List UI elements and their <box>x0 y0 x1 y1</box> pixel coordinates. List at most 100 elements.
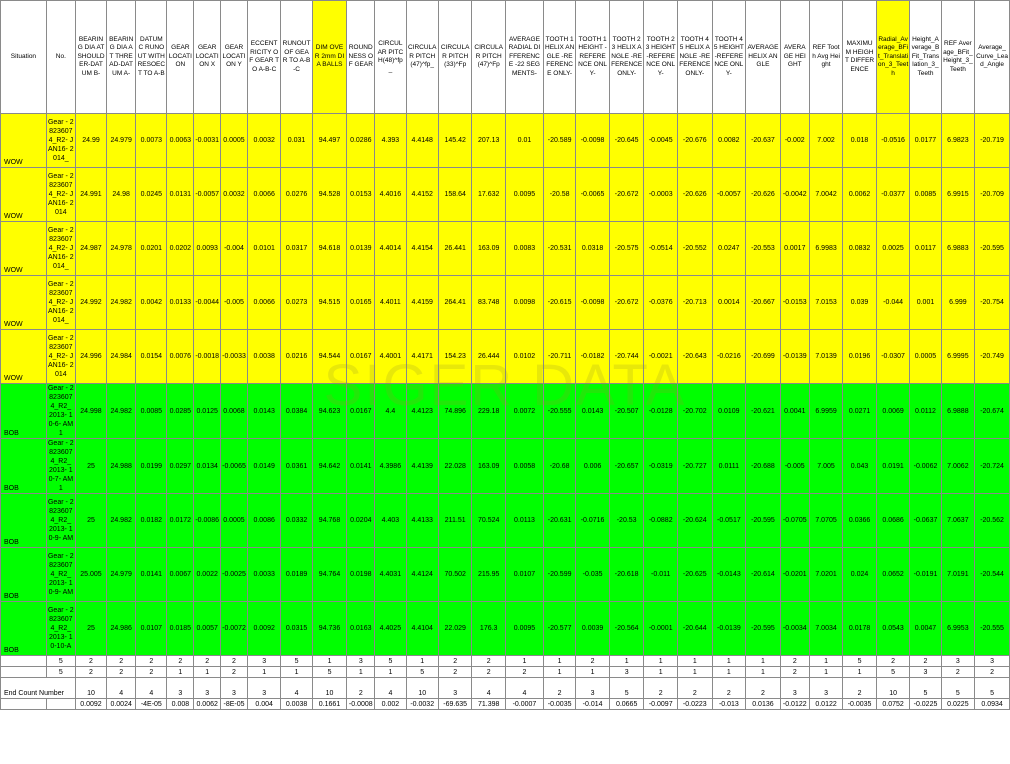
value-cell[interactable]: 26.444 <box>471 329 506 384</box>
value-cell[interactable]: 0.0098 <box>504 275 544 330</box>
value-cell[interactable]: 6.9915 <box>940 167 976 222</box>
value-cell[interactable]: -20.645 <box>608 113 645 168</box>
value-cell[interactable]: 0.0014 <box>711 275 747 330</box>
value-cell[interactable]: 24.982 <box>106 383 137 439</box>
count-cell[interactable]: 2 <box>504 666 544 678</box>
value-cell[interactable]: 0.0058 <box>504 438 544 494</box>
count-cell[interactable]: 1 <box>311 655 348 667</box>
value-cell[interactable]: -20.577 <box>542 601 577 656</box>
count-cell[interactable]: 1 <box>346 666 376 678</box>
count-cell[interactable]: 3 <box>940 655 976 667</box>
value-cell[interactable]: -20.562 <box>974 493 1010 548</box>
value-cell[interactable]: 0.0072 <box>504 383 544 439</box>
count-cell[interactable]: 2 <box>135 655 168 667</box>
summary-cell[interactable]: -0.0032 <box>405 698 439 710</box>
value-cell[interactable]: 7.0153 <box>808 275 844 330</box>
value-cell[interactable]: 24.978 <box>106 221 137 276</box>
end-count-cell[interactable]: 5 <box>974 677 1010 699</box>
value-cell[interactable]: 24.979 <box>106 547 137 602</box>
value-cell[interactable]: 0.0273 <box>280 275 313 330</box>
value-cell[interactable]: 0.0112 <box>909 383 942 439</box>
value-cell[interactable]: 0.0143 <box>246 383 282 439</box>
value-cell[interactable]: 7.0705 <box>808 493 844 548</box>
value-cell[interactable]: -20.699 <box>745 329 781 384</box>
value-cell[interactable]: 0.0047 <box>909 601 942 656</box>
value-cell[interactable]: 211.51 <box>437 493 473 548</box>
value-cell[interactable]: 4.4139 <box>405 438 439 494</box>
value-cell[interactable]: 6.9823 <box>940 113 976 168</box>
gear-id-cell[interactable]: Gear - 28236074_R2- JAN16- 2014 <box>45 329 76 384</box>
value-cell[interactable]: -0.0003 <box>643 167 678 222</box>
value-cell[interactable]: -20.709 <box>974 167 1010 222</box>
value-cell[interactable]: -20.621 <box>745 383 781 439</box>
value-cell[interactable]: 0.018 <box>842 113 877 168</box>
value-cell[interactable]: 0.0082 <box>711 113 747 168</box>
value-cell[interactable]: 0.0022 <box>193 547 222 602</box>
count-cell[interactable]: 1 <box>504 655 544 667</box>
count-cell[interactable]: 1 <box>246 666 282 678</box>
summary-cell[interactable]: -8E-05 <box>220 698 248 710</box>
value-cell[interactable]: -0.0139 <box>711 601 747 656</box>
column-header[interactable]: ROUNDNESS OF GEAR <box>346 0 376 114</box>
value-cell[interactable]: 0.0185 <box>166 601 195 656</box>
value-cell[interactable]: 0.0095 <box>504 167 544 222</box>
value-cell[interactable]: 7.0201 <box>808 547 844 602</box>
value-cell[interactable]: -20.749 <box>974 329 1010 384</box>
value-cell[interactable]: -20.676 <box>676 113 713 168</box>
value-cell[interactable]: 0.0005 <box>909 329 942 384</box>
value-cell[interactable]: 158.64 <box>437 167 473 222</box>
value-cell[interactable]: 0.0076 <box>166 329 195 384</box>
end-count-cell[interactable]: 2 <box>711 677 747 699</box>
column-header[interactable]: Radial_Average_BFit_Translation_3_Teeth <box>875 0 911 114</box>
value-cell[interactable]: 0.0066 <box>246 167 282 222</box>
summary-cell[interactable]: -0.0035 <box>542 698 577 710</box>
count-cell[interactable]: 1 <box>676 666 713 678</box>
count-cell[interactable]: 2 <box>471 655 506 667</box>
end-count-cell[interactable]: 2 <box>542 677 577 699</box>
situation-cell[interactable]: WOW <box>0 329 47 384</box>
value-cell[interactable]: 0.0276 <box>280 167 313 222</box>
count-cell[interactable]: 2 <box>106 655 137 667</box>
value-cell[interactable]: -0.0716 <box>575 493 610 548</box>
value-cell[interactable]: -20.744 <box>608 329 645 384</box>
value-cell[interactable]: -20.667 <box>745 275 781 330</box>
gear-id-cell[interactable]: Gear - 28236074_R2- JAN16- 2014_ <box>45 275 76 330</box>
value-cell[interactable]: -20.618 <box>608 547 645 602</box>
value-cell[interactable]: 4.3986 <box>374 438 407 494</box>
value-cell[interactable]: 0.0315 <box>280 601 313 656</box>
value-cell[interactable]: 24.988 <box>106 438 137 494</box>
value-cell[interactable]: -20.724 <box>974 438 1010 494</box>
column-header[interactable]: GEAR LOCATION <box>166 0 195 114</box>
end-count-cell[interactable]: 10 <box>74 677 108 699</box>
summary-cell[interactable]: -0.0008 <box>346 698 376 710</box>
value-cell[interactable]: -20.68 <box>542 438 577 494</box>
value-cell[interactable]: 0.0832 <box>842 221 877 276</box>
column-header[interactable]: TOOTH 45 HEIGHT -REFERENCE ONLY- <box>711 0 747 114</box>
value-cell[interactable]: 0.0101 <box>246 221 282 276</box>
value-cell[interactable]: 0.0085 <box>135 383 168 439</box>
value-cell[interactable]: 0.0025 <box>875 221 911 276</box>
value-cell[interactable]: -0.0021 <box>643 329 678 384</box>
value-cell[interactable]: 94.768 <box>311 493 348 548</box>
value-cell[interactable]: 7.002 <box>808 113 844 168</box>
value-cell[interactable]: -20.544 <box>974 547 1010 602</box>
summary-cell[interactable]: 0.0038 <box>280 698 313 710</box>
value-cell[interactable]: 0.0133 <box>166 275 195 330</box>
value-cell[interactable]: -20.615 <box>542 275 577 330</box>
value-cell[interactable]: -0.0216 <box>711 329 747 384</box>
value-cell[interactable]: 0.031 <box>280 113 313 168</box>
count-cell[interactable]: 2 <box>106 666 137 678</box>
count-cell[interactable]: 2 <box>575 655 610 667</box>
column-header[interactable]: AVERAGE HEIGHT <box>779 0 810 114</box>
count-cell[interactable]: 3 <box>246 655 282 667</box>
value-cell[interactable]: -20.575 <box>608 221 645 276</box>
situation-cell[interactable]: BOB <box>0 547 47 602</box>
column-header[interactable]: GEAR LOCATION X <box>193 0 222 114</box>
value-cell[interactable]: 25 <box>74 601 108 656</box>
end-count-cell[interactable]: 3 <box>575 677 610 699</box>
value-cell[interactable]: -0.0098 <box>575 275 610 330</box>
value-cell[interactable]: 0.0033 <box>246 547 282 602</box>
end-count-cell[interactable]: 3 <box>166 677 195 699</box>
value-cell[interactable]: 0.0066 <box>246 275 282 330</box>
value-cell[interactable]: -20.626 <box>745 167 781 222</box>
